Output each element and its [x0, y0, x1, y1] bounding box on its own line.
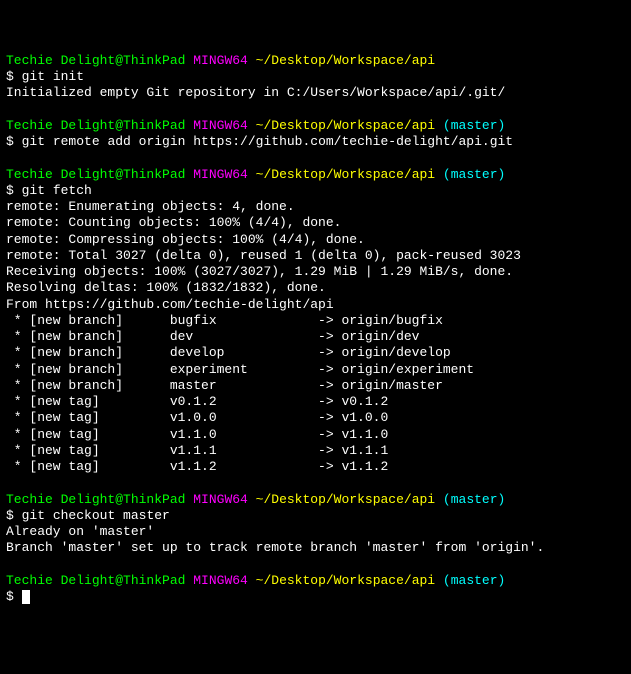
cmd-git-init: git init [22, 69, 84, 84]
prompt-symbol: $ [6, 508, 14, 523]
prompt-path: ~/Desktop/Workspace/api [256, 167, 435, 182]
terminal-output: Techie Delight@ThinkPad MINGW64 ~/Deskto… [6, 53, 625, 606]
prompt-user: Techie Delight@ThinkPad [6, 118, 185, 133]
output-line: * [new tag] v1.1.0 -> v1.1.0 [6, 427, 388, 442]
terminal[interactable]: { "prompt": { "user": "Techie Delight@Th… [0, 0, 631, 674]
prompt-host: MINGW64 [193, 53, 248, 68]
output-line: * [new branch] develop -> origin/develop [6, 345, 451, 360]
output-line: remote: Total 3027 (delta 0), reused 1 (… [6, 248, 521, 263]
prompt-path: ~/Desktop/Workspace/api [256, 492, 435, 507]
prompt-branch: (master) [443, 118, 505, 133]
output-line: Branch 'master' set up to track remote b… [6, 540, 544, 555]
output-line: From https://github.com/techie-delight/a… [6, 297, 334, 312]
output-line: Resolving deltas: 100% (1832/1832), done… [6, 280, 326, 295]
prompt-symbol: $ [6, 69, 14, 84]
output-line: * [new branch] dev -> origin/dev [6, 329, 419, 344]
output-line: remote: Compressing objects: 100% (4/4),… [6, 232, 365, 247]
output-line: * [new branch] experiment -> origin/expe… [6, 362, 474, 377]
prompt-user: Techie Delight@ThinkPad [6, 53, 185, 68]
prompt-user: Techie Delight@ThinkPad [6, 492, 185, 507]
prompt-branch: (master) [443, 492, 505, 507]
output-line: Initialized empty Git repository in C:/U… [6, 85, 505, 100]
prompt-host: MINGW64 [193, 573, 248, 588]
prompt-path: ~/Desktop/Workspace/api [256, 53, 435, 68]
cmd-git-checkout: git checkout master [22, 508, 170, 523]
prompt-symbol: $ [6, 589, 14, 604]
prompt-branch: (master) [443, 573, 505, 588]
prompt-user: Techie Delight@ThinkPad [6, 573, 185, 588]
cmd-git-remote-add: git remote add origin https://github.com… [22, 134, 513, 149]
prompt-host: MINGW64 [193, 167, 248, 182]
output-line: * [new tag] v1.1.1 -> v1.1.1 [6, 443, 388, 458]
prompt-branch: (master) [443, 167, 505, 182]
prompt-symbol: $ [6, 183, 14, 198]
output-line: Receiving objects: 100% (3027/3027), 1.2… [6, 264, 513, 279]
output-line: remote: Enumerating objects: 4, done. [6, 199, 295, 214]
output-line: * [new branch] bugfix -> origin/bugfix [6, 313, 443, 328]
output-line: * [new branch] master -> origin/master [6, 378, 443, 393]
output-line: * [new tag] v0.1.2 -> v0.1.2 [6, 394, 388, 409]
output-line: * [new tag] v1.1.2 -> v1.1.2 [6, 459, 388, 474]
prompt-path: ~/Desktop/Workspace/api [256, 573, 435, 588]
prompt-user: Techie Delight@ThinkPad [6, 167, 185, 182]
output-line: Already on 'master' [6, 524, 154, 539]
output-line: * [new tag] v1.0.0 -> v1.0.0 [6, 410, 388, 425]
cursor-icon[interactable] [22, 590, 30, 604]
prompt-symbol: $ [6, 134, 14, 149]
cmd-git-fetch: git fetch [22, 183, 92, 198]
prompt-host: MINGW64 [193, 118, 248, 133]
prompt-path: ~/Desktop/Workspace/api [256, 118, 435, 133]
prompt-host: MINGW64 [193, 492, 248, 507]
output-line: remote: Counting objects: 100% (4/4), do… [6, 215, 341, 230]
